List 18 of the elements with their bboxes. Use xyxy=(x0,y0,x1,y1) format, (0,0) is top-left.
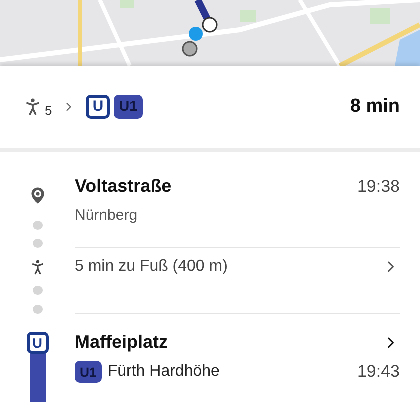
subway-logo: U xyxy=(86,95,110,119)
direction-text: Fürth Hardhöhe xyxy=(108,363,220,381)
walk-minutes: 5 xyxy=(45,103,52,118)
trip-duration: 8 min xyxy=(350,96,400,118)
departure-time: 19:43 xyxy=(357,362,400,382)
connector-dot xyxy=(32,304,42,314)
connector-dot xyxy=(32,286,42,296)
stop-city: Nürnberg xyxy=(75,207,139,224)
departure-time: 19:38 xyxy=(357,176,400,196)
subway-logo: U xyxy=(26,332,48,354)
line-badge: U1 xyxy=(75,361,102,383)
connector-dot xyxy=(32,221,42,230)
stop-name: Voltastraße xyxy=(75,176,172,197)
walk-info: 5 min zu Fuß (400 m) xyxy=(75,258,228,276)
station-name: Maffeiplatz xyxy=(75,332,168,353)
line-badge: U1 xyxy=(114,95,143,119)
walk-directions[interactable]: 5 min zu Fuß (400 m) xyxy=(75,258,400,276)
connector-dot xyxy=(32,239,42,248)
